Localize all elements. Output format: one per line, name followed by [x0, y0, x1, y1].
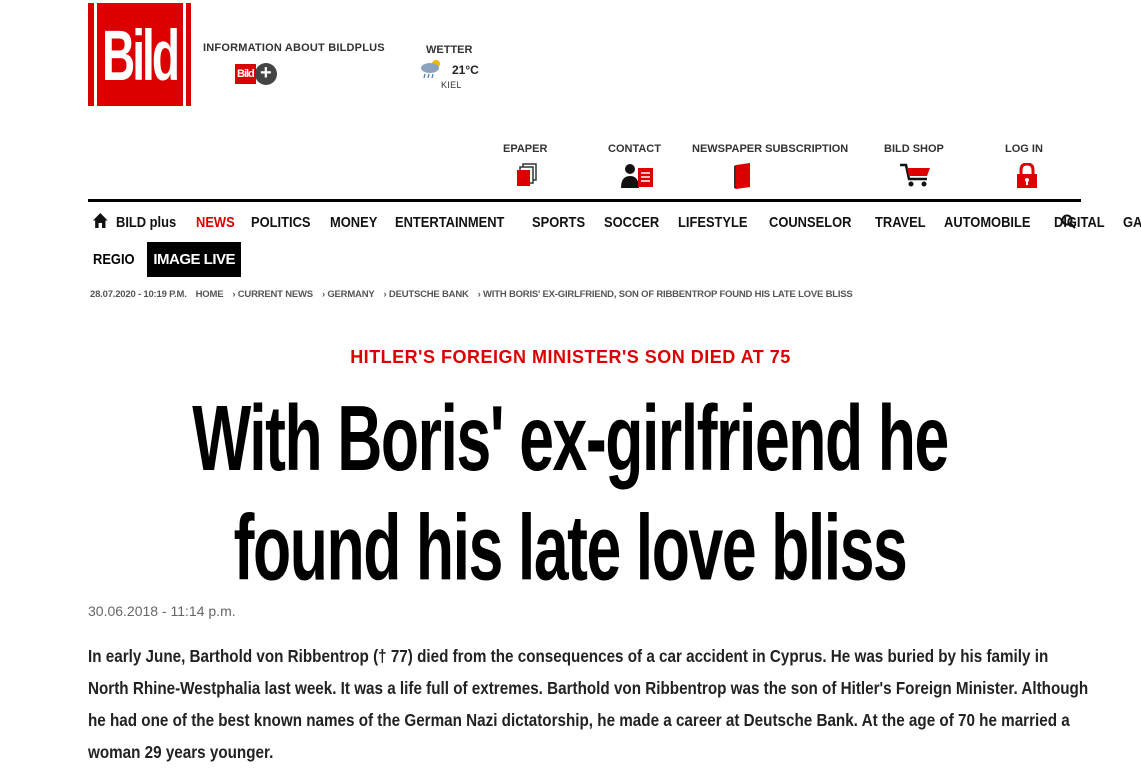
utility-login-label[interactable]: LOG IN — [1005, 143, 1043, 155]
nav-item-entertainment[interactable]: ENTERTAINMENT — [395, 214, 504, 231]
headline-line-1: With Boris' ex-girlfriend he — [192, 386, 949, 491]
weather-label[interactable]: WETTER — [426, 44, 472, 56]
bildplus-info-link[interactable]: INFORMATION ABOUT BILDPLUS — [203, 42, 385, 54]
nav-item-soccer[interactable]: SOCCER — [604, 214, 659, 231]
nav-item-image-live[interactable]: IMAGE LIVE — [147, 242, 242, 277]
nav-item-bildplus[interactable]: BILD plus — [116, 214, 176, 231]
utility-epaper-label[interactable]: EPAPER — [503, 143, 547, 155]
lock-icon[interactable] — [1016, 162, 1038, 194]
contact-icon[interactable] — [621, 163, 655, 194]
utility-contact-label[interactable]: CONTACT — [608, 143, 661, 155]
main-nav: BILD plus NEWS POLITICS MONEY ENTERTAINM… — [88, 206, 1141, 238]
utility-subscription-label[interactable]: NEWSPAPER SUBSCRIPTION — [692, 143, 848, 155]
nav-item-regio[interactable]: REGIO — [93, 251, 135, 268]
nav-item-automobile[interactable]: AUTOMOBILE — [944, 214, 1030, 231]
breadcrumb-home[interactable]: HOME — [196, 289, 224, 300]
nav-item-travel[interactable]: TRAVEL — [875, 214, 926, 231]
bildplus-badge-text: Bild — [235, 64, 256, 84]
nav-item-money[interactable]: MONEY — [330, 214, 377, 231]
breadcrumb-current-news[interactable]: › CURRENT NEWS — [232, 289, 313, 300]
bild-logo-text: Bild — [93, 0, 186, 126]
newspaper-icon[interactable] — [733, 163, 753, 194]
breadcrumb-article: › WITH BORIS' EX-GIRLFRIEND, SON OF RIBB… — [477, 289, 853, 300]
main-nav-row2: REGIO IMAGE LIVE — [88, 241, 242, 278]
epaper-icon[interactable] — [516, 163, 538, 192]
weather-temperature: 21°C — [452, 63, 479, 77]
nav-item-lifestyle[interactable]: LIFESTYLE — [678, 214, 748, 231]
nav-item-games[interactable]: GAMES — [1123, 214, 1141, 231]
article-lead: In early June, Barthold von Ribbentrop (… — [88, 646, 1089, 762]
breadcrumb-deutsche-bank[interactable]: › DEUTSCHE BANK — [384, 289, 469, 300]
nav-item-counselor[interactable]: COUNSELOR — [769, 214, 851, 231]
nav-top-rule — [88, 199, 1081, 202]
search-icon[interactable] — [1061, 214, 1076, 234]
utility-shop-label[interactable]: BILD SHOP — [884, 143, 944, 155]
plus-icon: + — [254, 63, 277, 85]
article-headline: With Boris' ex-girlfriend he found his l… — [66, 384, 1074, 602]
breadcrumb-timestamp: 28.07.2020 - 10:19 P.M. — [90, 289, 187, 300]
bildplus-badge[interactable]: Bild + — [235, 63, 277, 85]
breadcrumb-germany[interactable]: › GERMANY — [322, 289, 375, 300]
nav-item-politics[interactable]: POLITICS — [251, 214, 310, 231]
bild-logo[interactable]: Bild — [88, 0, 191, 126]
nav-item-news[interactable]: NEWS — [196, 214, 235, 231]
weather-city: KIEL — [441, 80, 462, 90]
headline-line-2: found his late love bliss — [233, 495, 908, 600]
cart-icon[interactable] — [900, 163, 932, 194]
nav-item-sports[interactable]: SPORTS — [532, 214, 585, 231]
home-icon[interactable] — [93, 212, 108, 232]
breadcrumb: 28.07.2020 - 10:19 P.M. HOME › CURRENT N… — [90, 289, 862, 300]
article-kicker: HITLER'S FOREIGN MINISTER'S SON DIED AT … — [350, 347, 791, 367]
article-date: 30.06.2018 - 11:14 p.m. — [88, 603, 236, 619]
